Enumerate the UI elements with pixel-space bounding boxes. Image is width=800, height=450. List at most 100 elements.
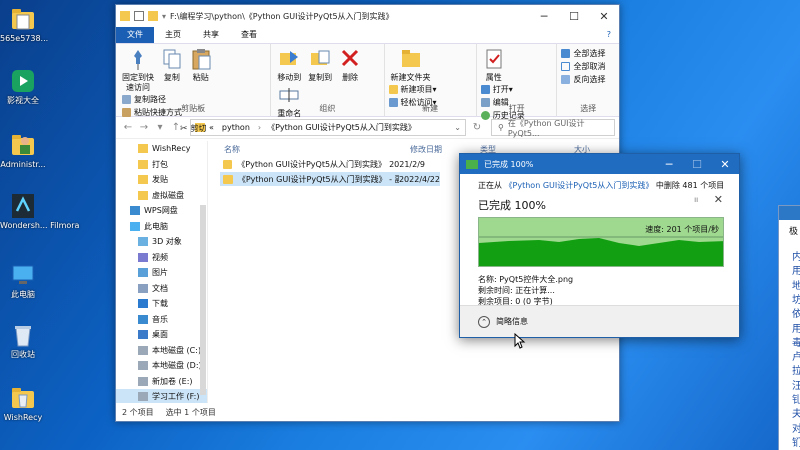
- file-name: 《Python GUI设计PyQt5从入门到实践》: [237, 159, 387, 169]
- background-text-char: 拉: [792, 366, 800, 378]
- address-overflow[interactable]: «: [209, 123, 214, 132]
- desktop-icon-label: 影视大全: [7, 96, 39, 105]
- close-button[interactable]: ✕: [589, 10, 619, 23]
- desktop-icon-2[interactable]: Administr...: [0, 132, 46, 170]
- sidebar-item-label: 学习工作 (F:): [152, 392, 200, 402]
- delete-button[interactable]: 删除: [339, 47, 361, 83]
- tab-file[interactable]: 文件: [116, 27, 154, 43]
- sidebar-item-14[interactable]: 本地磁盘 (D:): [116, 358, 207, 374]
- sidebar-item-16[interactable]: 学习工作 (F:): [116, 389, 207, 403]
- sidebar-item-15[interactable]: 新加卷 (E:): [116, 374, 207, 390]
- pin-icon: [127, 47, 149, 71]
- address-dropdown-icon[interactable]: ⌄: [454, 123, 465, 132]
- invert-selection-icon: [561, 75, 571, 84]
- desktop-icon-4[interactable]: 此电脑: [0, 262, 46, 300]
- select-all-icon: [561, 49, 571, 58]
- sidebar-item-10[interactable]: 下载: [116, 296, 207, 312]
- sidebar-item-5[interactable]: 此电脑: [116, 219, 207, 235]
- address-bar[interactable]: « python › 《Python GUI设计PyQt5从入门到实践》 ⌄: [190, 119, 466, 136]
- desktop-icon-3[interactable]: Wondersh... Filmora: [0, 193, 79, 231]
- properties-button[interactable]: 属性: [483, 47, 505, 83]
- desktop-icon-label: WishRecy: [3, 413, 43, 422]
- breadcrumb-python[interactable]: python: [222, 123, 250, 132]
- background-window-titlebar[interactable]: [779, 206, 800, 220]
- sidebar-scrollbar[interactable]: [200, 205, 206, 395]
- select-all-button[interactable]: 全部选择: [561, 47, 615, 60]
- recent-dropdown-icon[interactable]: ▾: [152, 122, 168, 133]
- invert-selection-button[interactable]: 反向选择: [561, 73, 615, 86]
- scissors-icon: ✂: [180, 124, 188, 134]
- sidebar-item-9[interactable]: 文档: [116, 281, 207, 297]
- select-none-button[interactable]: 全部取消: [561, 60, 615, 73]
- qat-dropdown-icon[interactable]: ▾: [162, 12, 166, 21]
- less-details-button[interactable]: 简略信息: [496, 316, 528, 327]
- title-bar: ▾ F:\编程学习\python\《Python GUI设计PyQt5从入门到实…: [116, 5, 619, 27]
- pause-button[interactable]: ⏸: [694, 193, 700, 207]
- sidebar-item-4[interactable]: WPS网盘: [116, 203, 207, 219]
- check-icon[interactable]: [134, 11, 144, 21]
- dialog-minimize-button[interactable]: ─: [655, 158, 683, 171]
- open-button[interactable]: 打开 ▾: [480, 83, 525, 96]
- user-folder-icon: [11, 132, 35, 158]
- sidebar-item-7[interactable]: 视频: [116, 250, 207, 266]
- sidebar-item-label: 下载: [152, 299, 168, 309]
- back-arrow-icon[interactable]: ←: [120, 122, 136, 133]
- background-text-char: 地: [792, 280, 800, 292]
- folder-icon: [223, 174, 233, 184]
- chevron-up-icon[interactable]: ⌃: [478, 315, 490, 328]
- dialog-close-button[interactable]: ✕: [711, 158, 739, 171]
- drive-icon: [138, 392, 148, 402]
- copy-to-button[interactable]: 复制到: [308, 47, 332, 83]
- source-folder-link[interactable]: 《Python GUI设计PyQt5从入门到实践》: [505, 181, 654, 190]
- folder-icon: [138, 190, 148, 200]
- minimize-button[interactable]: ─: [529, 10, 559, 23]
- refresh-icon[interactable]: ↻: [469, 122, 485, 133]
- file-row[interactable]: 《Python GUI设计PyQt5从入门到实践》 2021/2/9: [220, 157, 425, 171]
- sidebar-item-0[interactable]: WishRecy: [116, 141, 207, 157]
- desktop-icon: [138, 330, 148, 340]
- desktop-icon-5[interactable]: 回收站: [0, 322, 46, 360]
- cut-button[interactable]: ✂ 剪切: [180, 122, 207, 135]
- move-to-button[interactable]: 移动到: [277, 47, 301, 83]
- sidebar-item-6[interactable]: 3D 对象: [116, 234, 207, 250]
- paste-button[interactable]: 粘贴: [190, 47, 212, 83]
- filmora-app-icon: [11, 193, 35, 219]
- breadcrumb-book[interactable]: 《Python GUI设计PyQt5从入门到实践》: [267, 122, 416, 133]
- desktop-icon-6[interactable]: WishRecy: [0, 385, 46, 423]
- sidebar-item-label: 本地磁盘 (C:): [152, 345, 202, 355]
- selection-count: 选中 1 个项目: [165, 407, 216, 417]
- column-name[interactable]: 名称: [214, 144, 410, 155]
- dialog-maximize-button[interactable]: ☐: [683, 158, 711, 171]
- sidebar-item-2[interactable]: 发贴: [116, 172, 207, 188]
- desktop-icon-0[interactable]: 565e5738...: [0, 6, 48, 44]
- pin-quick-access-button[interactable]: 固定到快速访问: [122, 47, 154, 93]
- sidebar-item-label: 本地磁盘 (D:): [152, 361, 202, 371]
- new-item-button[interactable]: 新建项目 ▾: [388, 83, 437, 96]
- sidebar-item-1[interactable]: 打包: [116, 157, 207, 173]
- desktop-icon-1[interactable]: 影视大全: [0, 68, 46, 106]
- background-window-tab[interactable]: 极: [789, 224, 798, 237]
- copy-button[interactable]: 复制: [161, 47, 183, 83]
- drive-icon: [138, 345, 148, 355]
- sidebar-item-3[interactable]: 虚拟磁盘: [116, 188, 207, 204]
- dialog-footer: ⌃ 简略信息: [460, 305, 739, 337]
- new-item-icon: [388, 85, 398, 94]
- forward-arrow-icon[interactable]: →: [136, 122, 152, 133]
- maximize-button[interactable]: ☐: [559, 10, 589, 23]
- transfer-speed-graph: 速度: 201 个项目/秒: [478, 217, 724, 267]
- file-row[interactable]: 《Python GUI设计PyQt5从入门到实践》 - 副本 2022/4/22: [220, 172, 440, 186]
- tab-home[interactable]: 主页: [154, 27, 192, 43]
- cancel-button[interactable]: ✕: [714, 193, 723, 206]
- help-icon[interactable]: ?: [596, 27, 619, 43]
- window-title: F:\编程学习\python\《Python GUI设计PyQt5从入门到实践》: [170, 11, 394, 21]
- sidebar-item-label: WishRecy: [152, 144, 191, 154]
- sidebar-item-8[interactable]: 图片: [116, 265, 207, 281]
- download-icon: [138, 299, 148, 309]
- tab-share[interactable]: 共享: [192, 27, 230, 43]
- new-folder-button[interactable]: 新建文件夹: [391, 47, 431, 83]
- tab-view[interactable]: 查看: [230, 27, 268, 43]
- sidebar-item-13[interactable]: 本地磁盘 (C:): [116, 343, 207, 359]
- new-folder-icon[interactable]: [148, 11, 158, 21]
- sidebar-item-11[interactable]: 音乐: [116, 312, 207, 328]
- sidebar-item-12[interactable]: 桌面: [116, 327, 207, 343]
